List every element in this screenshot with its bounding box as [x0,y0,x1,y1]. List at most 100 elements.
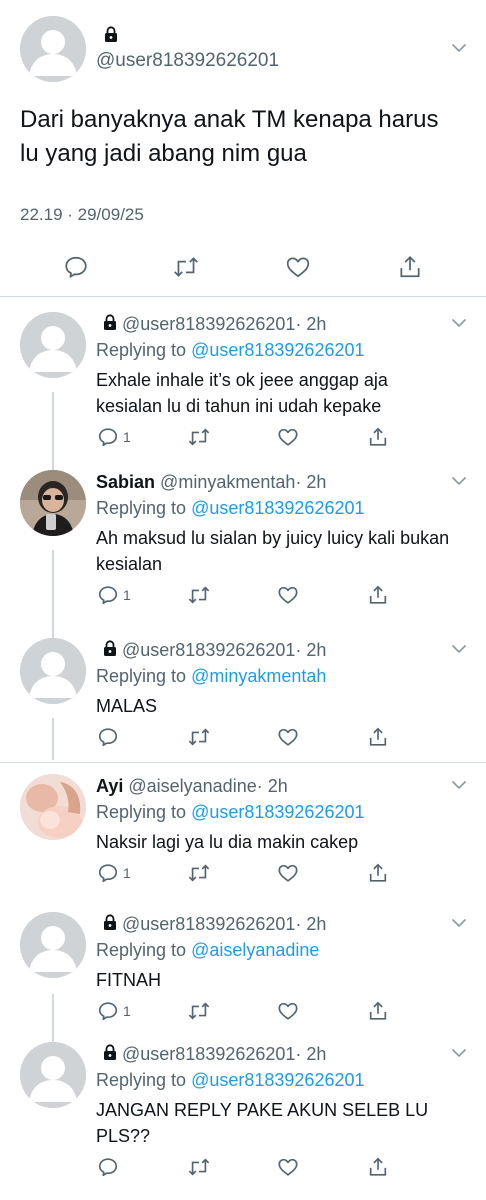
share-icon[interactable] [367,862,389,884]
like-icon[interactable] [277,1156,299,1178]
reply-icon[interactable] [97,1156,119,1178]
reply-text: Exhale inhale it’s ok jeee anggap aja ke… [96,370,388,416]
avatar[interactable] [20,16,86,82]
tweet-timestamp[interactable]: 22.19 · 29/09/25 [20,205,144,225]
reply-item[interactable]: @user818392626201· 2h Replying to @minyak… [0,638,486,748]
author-handle[interactable]: @user818392626201 [122,640,295,660]
reply-header: Ayi @aiselyanadine· 2h [96,775,288,797]
avatar[interactable] [20,638,86,704]
reply-actions [0,726,486,750]
reply-actions: 1 [0,426,486,450]
author-handle[interactable]: @minyakmentah [160,472,295,492]
replying-to: Replying to @user818392626201 [96,497,365,519]
replying-to-handle[interactable]: @minyakmentah [191,666,326,686]
reply-header: @user818392626201· 2h [122,639,326,661]
lock-icon [104,914,116,930]
reply-icon[interactable] [97,1000,119,1022]
reply-count: 1 [123,1003,131,1019]
replying-to-handle[interactable]: @user818392626201 [191,340,364,360]
like-icon[interactable] [285,254,311,280]
replying-to: Replying to @user818392626201 [96,801,365,823]
like-icon[interactable] [277,426,299,448]
reply-item[interactable]: @user818392626201· 2h Replying to @aisely… [0,912,486,1022]
reply-icon[interactable] [97,584,119,606]
display-name[interactable]: Sabian [96,472,155,492]
avatar[interactable] [20,1042,86,1108]
avatar[interactable] [20,774,86,840]
reply-time: · 2h [256,776,288,796]
reply-header: Sabian @minyakmentah· 2h [96,471,326,493]
author-handle[interactable]: @user818392626201 [122,914,295,934]
chevron-down-icon[interactable] [451,780,467,790]
reply-icon[interactable] [97,426,119,448]
reply-count: 1 [123,865,131,881]
share-icon[interactable] [397,254,423,280]
replying-to: Replying to @user818392626201 [96,339,365,361]
replying-to-handle[interactable]: @user818392626201 [191,802,364,822]
reply-icon[interactable] [97,726,119,748]
reply-actions [0,1156,486,1180]
author-handle[interactable]: @user818392626201 [122,314,295,334]
like-icon[interactable] [277,584,299,606]
retweet-icon[interactable] [187,426,211,448]
avatar[interactable] [20,912,86,978]
replying-label: Replying to [96,940,187,960]
retweet-icon[interactable] [172,254,200,280]
reply-icon[interactable] [97,862,119,884]
share-icon[interactable] [367,426,389,448]
chevron-down-icon[interactable] [451,1048,467,1058]
replying-to: Replying to @aiselyanadine [96,939,319,961]
default-avatar-icon [20,1042,86,1108]
replying-label: Replying to [96,666,187,686]
reply-actions: 1 [0,1000,486,1024]
reply-header: @user818392626201· 2h [122,1043,326,1065]
reply-item[interactable]: Ayi @aiselyanadine· 2h Replying to @user8… [0,774,486,884]
tweet-actions [0,254,486,284]
share-icon[interactable] [367,726,389,748]
retweet-icon[interactable] [187,1000,211,1022]
reply-time: · 2h [295,314,327,334]
replying-label: Replying to [96,1070,187,1090]
chevron-down-icon[interactable] [451,476,467,486]
retweet-icon[interactable] [187,1156,211,1178]
tweet-text: Dari banyaknya anak TM kenapa harus lu y… [20,106,439,167]
like-icon[interactable] [277,1000,299,1022]
reply-item[interactable]: @user818392626201· 2h Replying to @user81… [0,1042,486,1177]
chevron-down-icon[interactable] [451,918,467,928]
reply-item[interactable]: @user818392626201· 2h Replying to @user81… [0,312,486,447]
avatar[interactable] [20,312,86,378]
replying-to-handle[interactable]: @user818392626201 [191,1070,364,1090]
reply-text: FITNAH [96,970,161,990]
chevron-down-icon[interactable] [451,43,467,53]
reply-icon[interactable] [63,254,89,280]
replying-to-handle[interactable]: @user818392626201 [191,498,364,518]
reply-actions: 1 [0,584,486,608]
like-icon[interactable] [277,862,299,884]
replying-to-handle[interactable]: @aiselyanadine [191,940,319,960]
author-handle[interactable]: @aiselyanadine [128,776,256,796]
author-handle[interactable]: @user818392626201 [122,1044,295,1064]
retweet-icon[interactable] [187,862,211,884]
share-icon[interactable] [367,584,389,606]
reply-header: @user818392626201· 2h [122,313,326,335]
like-icon[interactable] [277,726,299,748]
lock-icon [104,640,116,656]
default-avatar-icon [20,912,86,978]
divider [0,762,486,763]
replying-to: Replying to @user818392626201 [96,1069,365,1091]
display-name[interactable]: Ayi [96,776,123,796]
share-icon[interactable] [367,1000,389,1022]
chevron-down-icon[interactable] [451,644,467,654]
reply-count: 1 [123,587,131,603]
share-icon[interactable] [367,1156,389,1178]
reply-actions: 1 [0,862,486,886]
default-avatar-icon [20,638,86,704]
retweet-icon[interactable] [187,726,211,748]
profile-photo [20,774,86,840]
chevron-down-icon[interactable] [451,318,467,328]
avatar[interactable] [20,470,86,536]
retweet-icon[interactable] [187,584,211,606]
author-handle[interactable]: @user818392626201 [96,50,279,72]
reply-header: @user818392626201· 2h [122,913,326,935]
reply-item[interactable]: Sabian @minyakmentah· 2h Replying to @use… [0,470,486,605]
